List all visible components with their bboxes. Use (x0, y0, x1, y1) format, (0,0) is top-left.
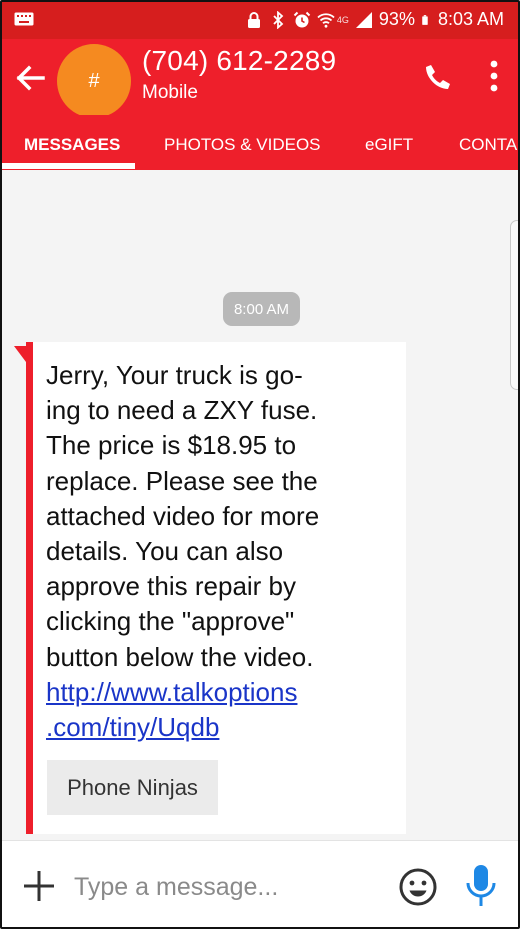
microphone-icon[interactable] (462, 863, 500, 909)
tab-egift[interactable]: eGIFT (365, 135, 413, 155)
message-line: button below the video. (46, 641, 314, 672)
battery-percent: 93% (378, 9, 415, 29)
conversation-header: # (704) 612-2289 Mobile (2, 39, 518, 118)
keyboard-icon (14, 12, 34, 26)
contact-avatar[interactable]: # (57, 44, 131, 118)
message-link[interactable]: http://www.talkoptions .com/tiny/Uqdb (46, 675, 396, 745)
alarm-icon (293, 11, 311, 27)
message-timestamp: 8:00 AM (223, 292, 300, 326)
message-line: approve this repair by (46, 571, 297, 602)
battery-icon (422, 14, 428, 25)
message-link-part[interactable]: http://www.talkoptions (46, 677, 297, 707)
emoji-icon[interactable] (398, 867, 438, 907)
message-line: The price is $18.95 to (46, 430, 297, 461)
scroll-indicator (510, 220, 518, 390)
tab-photos-videos[interactable]: PHOTOS & VIDEOS (164, 135, 321, 155)
message-input[interactable] (74, 867, 374, 907)
sender-name-chip: Phone Ninjas (47, 760, 218, 815)
incoming-message-bubble[interactable]: Jerry, Your truck is go- ing to need a Z… (26, 342, 406, 834)
message-body: Jerry, Your truck is go- ing to need a Z… (46, 358, 396, 745)
more-options-icon[interactable] (484, 58, 504, 94)
message-line: details. You can also (46, 536, 284, 567)
bubble-tail (14, 346, 26, 362)
clock: 8:03 AM (437, 9, 504, 29)
message-link-part[interactable]: .com/tiny/Uqdb (46, 712, 219, 742)
wifi-icon (317, 12, 335, 28)
contact-number-type: Mobile (142, 82, 198, 103)
message-line: Jerry, Your truck is go- (46, 360, 303, 390)
message-line: clicking the "approve" (46, 606, 295, 637)
bluetooth-icon (273, 10, 284, 29)
tab-contact[interactable]: CONTACT (459, 135, 518, 155)
attach-plus-icon[interactable] (22, 869, 56, 903)
lock-icon (247, 11, 260, 28)
status-bar: 4G 93% 8:03 AM (2, 2, 518, 39)
contact-phone-number: (704) 612-2289 (142, 45, 337, 76)
tab-bar: MESSAGES PHOTOS & VIDEOS eGIFT CONTACT (2, 115, 518, 170)
compose-bar (2, 840, 518, 927)
active-tab-indicator (2, 163, 135, 169)
message-line: ing to need a ZXY fuse. (46, 395, 318, 426)
network-type-label: 4G (336, 14, 349, 25)
call-icon[interactable] (422, 61, 454, 93)
tab-messages[interactable]: MESSAGES (24, 135, 120, 155)
back-arrow-icon[interactable] (12, 60, 48, 96)
message-thread[interactable]: 8:00 AM Jerry, Your truck is go- ing to … (2, 170, 518, 840)
message-line: replace. Please see the (46, 465, 318, 496)
message-line: attached video for more (46, 500, 320, 531)
avatar-initial: # (88, 69, 100, 92)
signal-icon (355, 11, 372, 28)
phone-screen: 4G 93% 8:03 AM # (704) 612-2289 Mobile M… (0, 0, 520, 929)
